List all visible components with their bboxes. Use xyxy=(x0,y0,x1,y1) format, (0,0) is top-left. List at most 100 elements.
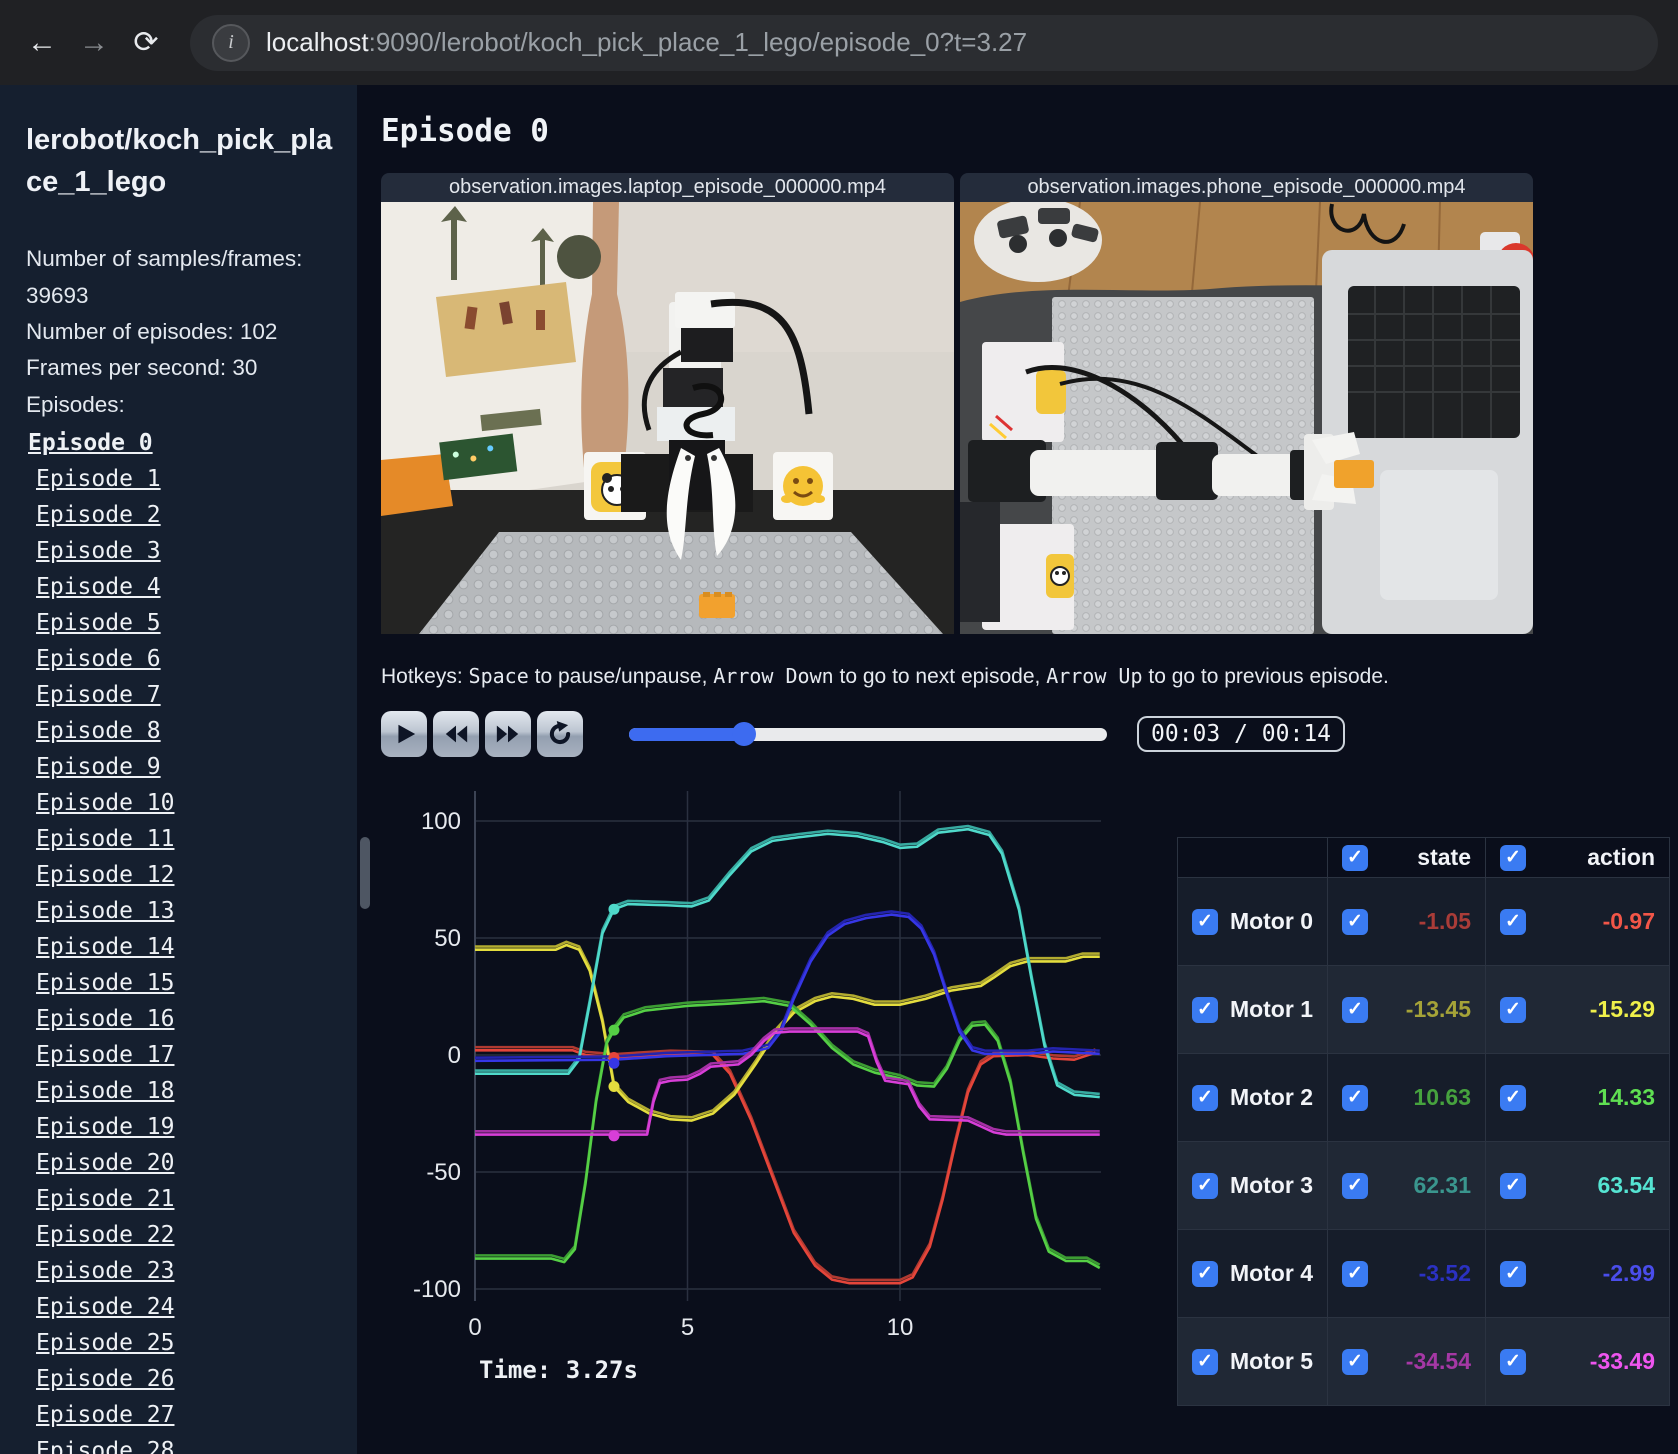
dataset-title: lerobot/koch_pick_place_1_lego xyxy=(26,124,333,199)
episode-link[interactable]: Episode 23 xyxy=(36,1253,174,1289)
episode-link[interactable]: Episode 18 xyxy=(36,1073,174,1109)
episode-list: Episode 0 Episode 1 Episode 2 Episode 3 Epis… xyxy=(26,425,337,1454)
motor-checkbox[interactable]: ✓ xyxy=(1191,1084,1218,1111)
episode-link[interactable]: Episode 22 xyxy=(36,1217,174,1253)
motor-label: Motor 4 xyxy=(1229,1260,1313,1286)
episode-link[interactable]: Episode 17 xyxy=(36,1037,174,1073)
hotkey-arrow-up: Arrow Up xyxy=(1046,664,1143,688)
main-content: Episode 0 observation.images.laptop_epis… xyxy=(357,85,1678,1454)
stat-episodes: Number of episodes: 102 xyxy=(26,318,278,344)
motor-row: ✓ Motor 5 ✓ -34.54 ✓ -33.49 xyxy=(1176,1317,1670,1406)
motor-checkbox[interactable]: ✓ xyxy=(1500,1084,1526,1111)
svg-text:-50: -50 xyxy=(426,1159,461,1186)
play-button[interactable] xyxy=(381,711,427,757)
motor-checkbox[interactable]: ✓ xyxy=(1342,996,1368,1023)
stat-samples: Number of samples/frames: 39693 xyxy=(26,246,303,308)
url-path: :9090/lerobot/koch_pick_place_1_lego/epi… xyxy=(368,27,1028,57)
episode-link[interactable]: Episode 19 xyxy=(36,1109,174,1145)
svg-text:100: 100 xyxy=(421,808,461,835)
motor-checkbox[interactable]: ✓ xyxy=(1191,1260,1218,1287)
video-frame-laptop-camera[interactable] xyxy=(381,202,954,634)
back-icon[interactable]: ← xyxy=(20,21,64,65)
rewind-button[interactable] xyxy=(433,711,479,757)
url-host: localhost xyxy=(266,27,369,57)
browser-toolbar: ← → ⟳ i localhost:9090/lerobot/koch_pick… xyxy=(0,0,1678,85)
motor-checkbox[interactable]: ✓ xyxy=(1191,996,1218,1023)
motor-checkbox[interactable]: ✓ xyxy=(1500,1172,1526,1199)
episode-link[interactable]: Episode 16 xyxy=(36,1001,174,1037)
episode-link[interactable]: Episode 4 xyxy=(36,569,161,605)
episode-link[interactable]: Episode 7 xyxy=(36,677,161,713)
episode-link[interactable]: Episode 3 xyxy=(36,533,161,569)
motor-label: Motor 0 xyxy=(1229,908,1313,934)
hotkeys-help: Hotkeys: Space to pause/unpause, Arrow D… xyxy=(381,664,1678,689)
episode-link[interactable]: Episode 20 xyxy=(36,1145,174,1181)
play-icon xyxy=(398,724,416,744)
motor-state-value: -13.45 xyxy=(1405,996,1471,1022)
episode-link[interactable]: Episode 27 xyxy=(36,1397,174,1433)
sidebar: lerobot/koch_pick_place_1_lego Number of… xyxy=(0,85,357,1454)
episode-link[interactable]: Episode 1 xyxy=(36,461,161,497)
motor-checkbox[interactable]: ✓ xyxy=(1500,996,1526,1023)
motor-checkbox[interactable]: ✓ xyxy=(1342,1260,1368,1287)
episode-link[interactable]: Episode 12 xyxy=(36,857,174,893)
video-title-phone: observation.images.phone_episode_000000.… xyxy=(960,173,1533,202)
url-bar[interactable]: i localhost:9090/lerobot/koch_pick_place… xyxy=(190,14,1658,71)
episode-link[interactable]: Episode 9 xyxy=(36,749,161,785)
dataset-stats: Number of samples/frames: 39693 Number o… xyxy=(26,241,326,423)
episode-link[interactable]: Episode 26 xyxy=(36,1361,174,1397)
table-header-row: ✓ state ✓ action xyxy=(1176,837,1670,878)
svg-text:0: 0 xyxy=(448,1042,461,1069)
loop-button[interactable] xyxy=(537,711,583,757)
motor-checkbox[interactable]: ✓ xyxy=(1191,1348,1218,1375)
episode-link[interactable]: Episode 21 xyxy=(36,1181,174,1217)
episode-link[interactable]: Episode 2 xyxy=(36,497,161,533)
timeline-thumb[interactable] xyxy=(731,722,756,746)
episode-link[interactable]: Episode 0 xyxy=(28,425,153,461)
timeline-progress xyxy=(629,727,744,741)
motor-action-value: -15.29 xyxy=(1589,996,1655,1022)
motor-checkbox[interactable]: ✓ xyxy=(1342,1348,1368,1375)
motor-checkbox[interactable]: ✓ xyxy=(1342,908,1368,935)
episode-link[interactable]: Episode 8 xyxy=(36,713,161,749)
episode-link[interactable]: Episode 13 xyxy=(36,893,174,929)
svg-text:5: 5 xyxy=(681,1314,694,1341)
bottom-section: 100 50 0 -50 -100 0 5 10 Time: 3.27s ✓ state xyxy=(381,783,1678,1406)
motor-checkbox[interactable]: ✓ xyxy=(1191,908,1218,935)
motor-row: ✓ Motor 0 ✓ -1.05 ✓ -0.97 xyxy=(1176,877,1670,966)
stat-fps: Frames per second: 30 xyxy=(26,355,258,381)
motor-checkbox[interactable]: ✓ xyxy=(1342,1172,1368,1199)
episode-link[interactable]: Episode 28 xyxy=(36,1433,174,1454)
episode-link[interactable]: Episode 25 xyxy=(36,1325,174,1361)
forward-icon[interactable]: → xyxy=(72,21,116,65)
motor-checkbox[interactable]: ✓ xyxy=(1500,1260,1526,1287)
motor-state-value: 10.63 xyxy=(1413,1084,1471,1110)
site-info-icon[interactable]: i xyxy=(212,23,250,62)
episode-link[interactable]: Episode 10 xyxy=(36,785,174,821)
loop-icon xyxy=(549,721,571,745)
episode-link[interactable]: Episode 14 xyxy=(36,929,174,965)
motor-table: ✓ state ✓ action ✓ Motor 0 ✓ -1.05 ✓ -0.97 ✓ Mo xyxy=(1176,837,1670,1406)
episode-link[interactable]: Episode 6 xyxy=(36,641,161,677)
svg-text:0: 0 xyxy=(468,1314,481,1341)
action-column-checkbox[interactable]: ✓ xyxy=(1500,844,1526,871)
svg-text:-100: -100 xyxy=(413,1276,461,1303)
episode-link[interactable]: Episode 24 xyxy=(36,1289,174,1325)
hotkeys-mid1: to pause/unpause, xyxy=(534,665,708,688)
motor-action-value: -33.49 xyxy=(1589,1348,1655,1374)
motor-checkbox[interactable]: ✓ xyxy=(1500,1348,1526,1375)
video-frame-phone-camera[interactable] xyxy=(960,202,1533,634)
motor-checkbox[interactable]: ✓ xyxy=(1342,1084,1368,1111)
timeline-slider[interactable] xyxy=(629,722,1107,746)
motor-action-value: 63.54 xyxy=(1597,1172,1655,1198)
motor-checkbox[interactable]: ✓ xyxy=(1191,1172,1218,1199)
episode-link[interactable]: Episode 11 xyxy=(36,821,174,857)
hotkey-arrow-down: Arrow Down xyxy=(713,664,834,688)
episode-link[interactable]: Episode 5 xyxy=(36,605,161,641)
fast-forward-button[interactable] xyxy=(485,711,531,757)
episode-link[interactable]: Episode 15 xyxy=(36,965,174,1001)
motor-checkbox[interactable]: ✓ xyxy=(1500,908,1526,935)
reload-icon[interactable]: ⟳ xyxy=(124,21,168,65)
state-column-checkbox[interactable]: ✓ xyxy=(1342,844,1368,871)
hotkeys-mid2: to go to next episode, xyxy=(839,665,1041,688)
